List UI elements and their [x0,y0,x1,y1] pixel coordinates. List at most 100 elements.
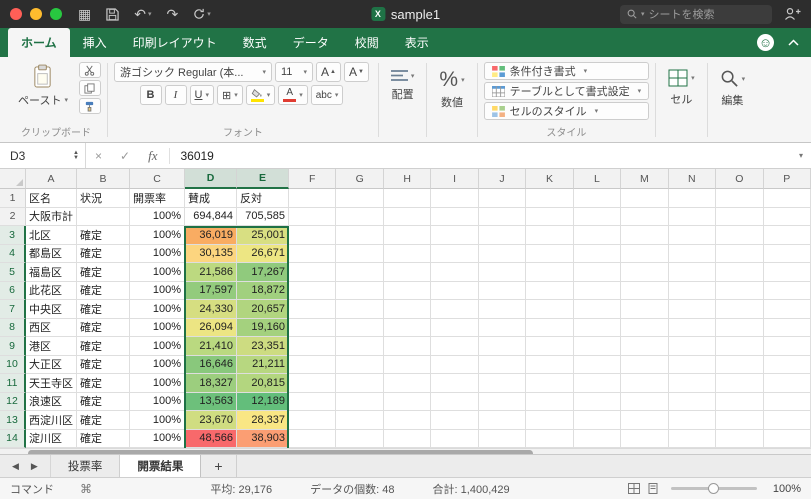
fill-color-button[interactable]: ▾ [245,85,276,105]
italic-button[interactable]: I [164,85,187,105]
cell-K8[interactable] [526,318,574,337]
cell-C8[interactable]: 100% [130,318,185,337]
cell-G11[interactable] [336,374,384,393]
cell-M6[interactable] [621,281,669,300]
cell-H3[interactable] [383,226,432,245]
font-color-dropdown-icon[interactable]: ▾ [299,91,303,99]
cell-M9[interactable] [621,337,669,356]
row-header-12[interactable]: 12 [0,392,26,411]
status-mode-icon[interactable]: ⌘ [80,482,92,496]
cell-K7[interactable] [526,300,574,319]
cell-F4[interactable] [289,244,337,263]
cell-E5[interactable]: 17,267 [237,263,289,282]
cell-C3[interactable]: 100% [130,226,185,245]
cell-G5[interactable] [336,263,384,282]
cell-N5[interactable] [668,263,717,282]
cell-B13[interactable]: 確定 [77,411,130,430]
column-header-C[interactable]: C [130,169,185,189]
cell-E2[interactable]: 705,585 [237,207,289,226]
cell-N13[interactable] [668,411,717,430]
cell-D6[interactable]: 17,597 [185,281,237,300]
cell-A11[interactable]: 天王寺区 [26,374,77,393]
tab-数式[interactable]: 数式 [230,28,280,57]
paste-button[interactable]: ペースト ▾ [11,62,75,110]
name-box-stepper-icon[interactable]: ▲ ▼ [73,150,79,161]
cell-M14[interactable] [621,429,669,448]
cell-B14[interactable]: 確定 [77,429,130,448]
cell-M13[interactable] [621,411,669,430]
cell-K4[interactable] [526,244,574,263]
cell-A1[interactable]: 区名 [26,189,77,208]
cell-M5[interactable] [621,263,669,282]
row-header-3[interactable]: 3 [0,226,26,245]
redo-icon[interactable]: ↷ [166,7,178,21]
cell-E8[interactable]: 19,160 [237,318,289,337]
minimize-window-button[interactable] [30,8,42,20]
cell-E3[interactable]: 25,001 [237,226,289,245]
undo-icon[interactable]: ↶ ▾ [134,7,151,21]
cell-J12[interactable] [478,392,527,411]
cell-F8[interactable] [289,318,337,337]
insert-function-icon[interactable]: fx [139,147,171,164]
cell-E14[interactable]: 38,903 [237,429,289,448]
cell-I1[interactable] [431,189,479,208]
cell-I5[interactable] [431,263,479,282]
cell-O2[interactable] [716,207,764,226]
cell-K10[interactable] [526,355,574,374]
cell-E11[interactable]: 20,815 [237,374,289,393]
cell-P2[interactable] [763,207,811,226]
copy-button[interactable] [78,80,101,96]
cell-J8[interactable] [478,318,527,337]
cell-L2[interactable] [573,207,622,226]
row-header-4[interactable]: 4 [0,244,26,263]
cell-M1[interactable] [621,189,669,208]
cell-E12[interactable]: 12,189 [237,392,289,411]
font-color-button[interactable]: A ▾ [278,85,308,105]
conditional-dropdown-icon[interactable]: ▾ [584,67,588,75]
cell-D13[interactable]: 23,670 [185,411,237,430]
cell-O10[interactable] [716,355,764,374]
cell-J11[interactable] [478,374,527,393]
cell-L3[interactable] [573,226,622,245]
cell-L7[interactable] [573,300,622,319]
cell-N2[interactable] [668,207,717,226]
cell-O11[interactable] [716,374,764,393]
cell-O4[interactable] [716,244,764,263]
conditional-formatting-button[interactable]: 条件付き書式 ▾ [483,62,650,80]
cell-E1[interactable]: 反対 [237,189,289,208]
cell-A3[interactable]: 北区 [26,226,77,245]
sheet-nav-right-icon[interactable]: ▶ [31,461,38,472]
cell-F14[interactable] [289,429,337,448]
cell-B9[interactable]: 確定 [77,337,130,356]
cell-L13[interactable] [573,411,622,430]
cell-N8[interactable] [668,318,717,337]
cell-L12[interactable] [573,392,622,411]
cell-G14[interactable] [336,429,384,448]
cell-H9[interactable] [383,337,432,356]
cell-D3[interactable]: 36,019 [185,226,237,245]
row-header-9[interactable]: 9 [0,337,26,356]
cell-H6[interactable] [383,281,432,300]
cell-P9[interactable] [763,337,811,356]
confirm-entry-icon[interactable]: ✓ [111,149,139,163]
column-header-G[interactable]: G [336,169,384,189]
formula-bar-expand-icon[interactable]: ▾ [791,151,811,160]
cell-O5[interactable] [716,263,764,282]
cell-A4[interactable]: 都島区 [26,244,77,263]
cell-C12[interactable]: 100% [130,392,185,411]
cancel-entry-icon[interactable]: × [86,149,111,163]
cell-M3[interactable] [621,226,669,245]
cell-B7[interactable]: 確定 [77,300,130,319]
cell-G2[interactable] [336,207,384,226]
column-header-B[interactable]: B [77,169,130,189]
cell-I11[interactable] [431,374,479,393]
cell-O12[interactable] [716,392,764,411]
format-painter-button[interactable] [78,98,101,114]
cell-D14[interactable]: 48,566 [185,429,237,448]
cell-M8[interactable] [621,318,669,337]
cell-B1[interactable]: 状況 [77,189,130,208]
column-header-I[interactable]: I [431,169,479,189]
cell-O9[interactable] [716,337,764,356]
normal-view-icon[interactable] [628,483,640,494]
column-header-M[interactable]: M [621,169,669,189]
